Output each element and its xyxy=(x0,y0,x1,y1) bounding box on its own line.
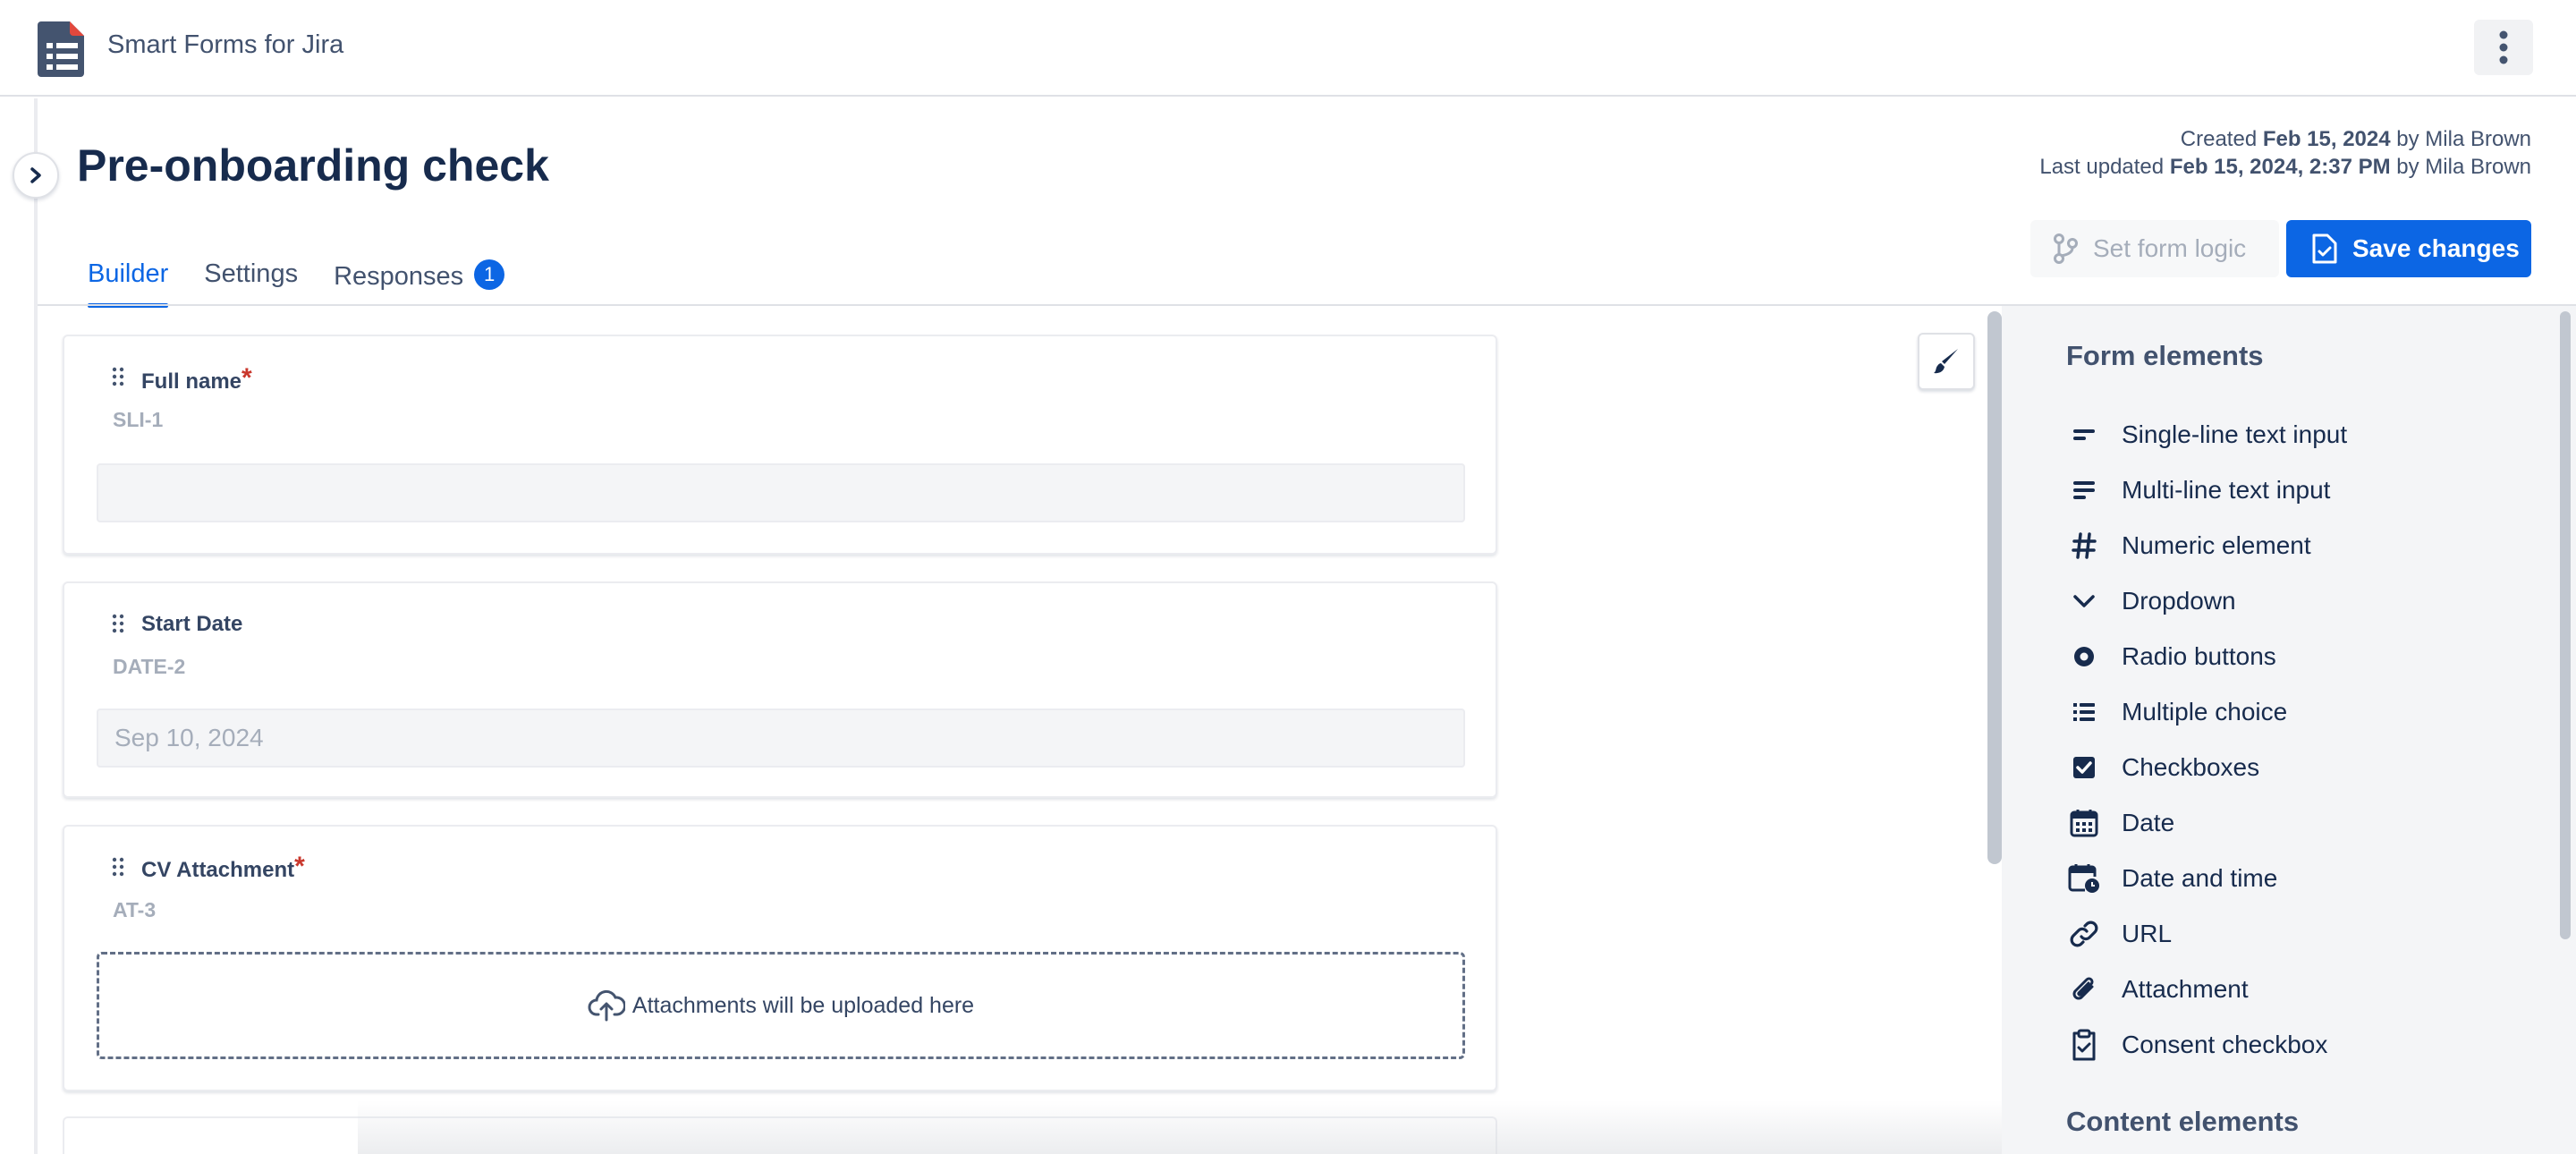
hash-icon xyxy=(2066,528,2102,564)
created-prefix: Created xyxy=(2180,127,2258,151)
field-label: Start Date xyxy=(141,612,242,637)
save-changes-button[interactable]: Save changes xyxy=(2286,220,2531,277)
element-label: Consent checkbox xyxy=(2122,1031,2328,1058)
element-consent-checkbox[interactable]: Consent checkbox xyxy=(2066,1027,2327,1063)
drop-zone-text: Attachments will be uploaded here xyxy=(631,992,975,1018)
field-label-text: Full name xyxy=(141,369,242,394)
tab-bar: Builder Settings Responses 1 xyxy=(88,259,505,308)
paintbrush-icon xyxy=(1934,349,1958,374)
content-elements-heading: Content elements xyxy=(2066,1106,2300,1137)
element-attachment[interactable]: Attachment xyxy=(2066,972,2249,1007)
panel-scrollbar[interactable] xyxy=(2560,311,2571,939)
created-by: by Mila Brown xyxy=(2396,127,2531,151)
element-label: URL xyxy=(2122,920,2173,947)
drag-handle-icon[interactable] xyxy=(111,367,125,386)
element-label: Radio buttons xyxy=(2122,642,2276,670)
element-date[interactable]: Date xyxy=(2066,805,2174,841)
field-key: AT-3 xyxy=(113,898,157,921)
field-label: Full name* xyxy=(141,363,252,395)
attachment-drop-zone[interactable]: Attachments will be uploaded here xyxy=(97,952,1465,1059)
field-label-text: Start Date xyxy=(141,612,243,636)
tab-builder[interactable]: Builder xyxy=(88,259,169,308)
builder-scrollbar[interactable] xyxy=(1987,311,2002,864)
save-changes-label: Save changes xyxy=(2352,234,2520,262)
tab-settings[interactable]: Settings xyxy=(204,259,298,304)
theme-style-button[interactable] xyxy=(1918,333,1975,390)
drag-handle-icon[interactable] xyxy=(111,614,125,633)
long-text-icon xyxy=(2066,472,2102,508)
required-marker: * xyxy=(242,363,252,393)
chevron-right-icon xyxy=(30,167,41,183)
element-label: Multiple choice xyxy=(2122,698,2288,725)
short-text-icon xyxy=(2066,417,2102,453)
element-label: Date xyxy=(2122,809,2175,836)
form-field-card[interactable]: CV Attachment* AT-3 Attachments will be … xyxy=(63,825,1497,1091)
element-label: Date and time xyxy=(2122,864,2278,892)
set-form-logic-label: Set form logic xyxy=(2093,234,2247,262)
element-url[interactable]: URL xyxy=(2066,916,2172,952)
left-rail xyxy=(34,98,38,1154)
tab-responses[interactable]: Responses 1 xyxy=(334,259,505,304)
element-label: Attachment xyxy=(2122,975,2249,1003)
tab-label: Responses xyxy=(334,262,464,291)
tab-label: Builder xyxy=(88,259,169,288)
app-title: Smart Forms for Jira xyxy=(107,30,344,59)
form-metadata: Created Feb 15, 2024 by Mila Brown Last … xyxy=(2039,125,2531,181)
top-bar: Smart Forms for Jira xyxy=(0,0,2576,97)
field-label: CV Attachment* xyxy=(141,852,305,883)
element-multi-line-text[interactable]: Multi-line text input xyxy=(2066,472,2330,508)
clipboard-check-icon xyxy=(2066,1027,2102,1063)
calendar-icon xyxy=(2066,805,2102,841)
field-label-text: CV Attachment xyxy=(141,858,295,882)
element-numeric[interactable]: Numeric element xyxy=(2066,528,2311,564)
created-info: Created Feb 15, 2024 by Mila Brown xyxy=(2039,125,2531,153)
responses-count-badge: 1 xyxy=(474,259,505,290)
expand-sidebar-button[interactable] xyxy=(13,152,59,199)
paperclip-icon xyxy=(2066,972,2102,1007)
element-label: Numeric element xyxy=(2122,531,2311,559)
file-check-icon xyxy=(2312,233,2337,264)
element-multiple-choice[interactable]: Multiple choice xyxy=(2066,694,2287,730)
drag-handle-icon[interactable] xyxy=(111,857,125,877)
link-icon xyxy=(2066,916,2102,952)
tab-label: Settings xyxy=(204,259,299,288)
element-label: Single-line text input xyxy=(2122,420,2348,448)
chevron-down-icon xyxy=(2066,583,2102,619)
form-list-icon xyxy=(38,21,84,77)
required-marker: * xyxy=(294,852,305,881)
updated-date: Feb 15, 2024, 2:37 PM xyxy=(2169,155,2391,179)
page-title: Pre-onboarding check xyxy=(77,140,549,191)
elements-panel: Form elements Single-line text input Mul… xyxy=(2002,306,2576,1154)
updated-by: by Mila Brown xyxy=(2396,155,2531,179)
form-field-card[interactable]: Start Date DATE-2 Sep 10, 2024 xyxy=(63,581,1497,798)
element-checkboxes[interactable]: Checkboxes xyxy=(2066,750,2259,785)
calendar-clock-icon xyxy=(2066,861,2102,896)
radio-icon xyxy=(2066,639,2102,675)
form-field-card[interactable]: Full name* SLI-1 xyxy=(63,335,1497,555)
element-single-line-text[interactable]: Single-line text input xyxy=(2066,417,2347,453)
list-icon xyxy=(2066,694,2102,730)
more-vertical-icon xyxy=(2499,30,2508,64)
element-radio-buttons[interactable]: Radio buttons xyxy=(2066,639,2276,675)
element-label: Multi-line text input xyxy=(2122,476,2331,504)
updated-info: Last updated Feb 15, 2024, 2:37 PM by Mi… xyxy=(2039,153,2531,181)
element-label: Checkboxes xyxy=(2122,753,2260,781)
full-name-input[interactable] xyxy=(97,463,1465,522)
field-key: SLI-1 xyxy=(113,408,164,431)
checkbox-icon xyxy=(2066,750,2102,785)
set-form-logic-button[interactable]: Set form logic xyxy=(2030,220,2279,277)
bottom-shadow xyxy=(358,1100,2004,1154)
element-label: Dropdown xyxy=(2122,587,2236,615)
updated-prefix: Last updated xyxy=(2039,155,2165,179)
created-date: Feb 15, 2024 xyxy=(2262,127,2391,151)
field-key: DATE-2 xyxy=(113,655,186,678)
start-date-input[interactable]: Sep 10, 2024 xyxy=(97,709,1465,768)
cloud-upload-icon xyxy=(588,989,625,1022)
form-elements-heading: Form elements xyxy=(2066,340,2264,371)
element-dropdown[interactable]: Dropdown xyxy=(2066,583,2236,619)
element-date-and-time[interactable]: Date and time xyxy=(2066,861,2277,896)
branch-icon xyxy=(2054,233,2078,264)
more-options-button[interactable] xyxy=(2474,20,2533,75)
